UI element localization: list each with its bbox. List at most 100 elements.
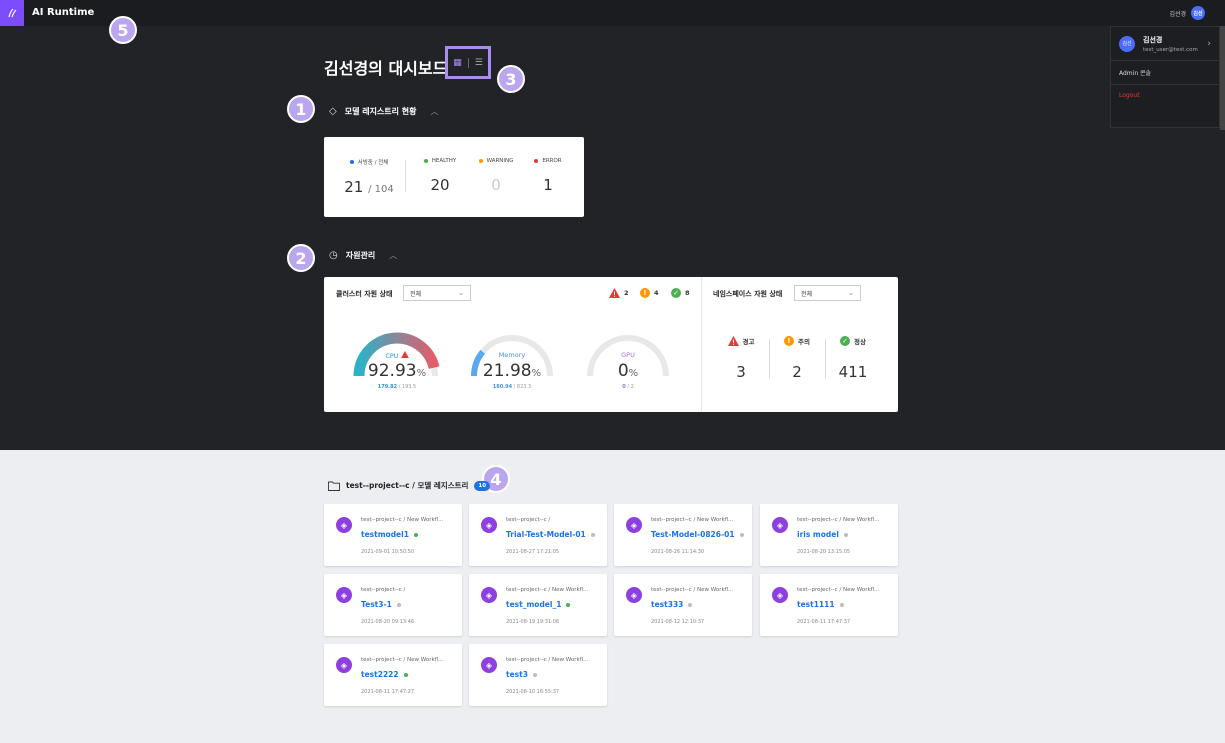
warning-label: WARNING (486, 158, 514, 164)
count-badge: 10 (474, 480, 491, 491)
model-name[interactable]: Test-Model-0826-01 (651, 530, 735, 539)
model-card[interactable]: ◈ test--project--c / New Workfl... test333… (614, 574, 752, 636)
grid-view-icon[interactable]: ▦ (453, 58, 462, 68)
namespace-caution-stat: ! 주의 2 (769, 336, 825, 381)
cluster-error-count: 2 (609, 288, 629, 298)
status-dot (403, 672, 408, 677)
check-circle-icon: ✓ (671, 288, 681, 298)
status-dot (349, 160, 354, 164)
model-diamond-icon: ◈ (336, 657, 352, 673)
logo-icon (8, 8, 17, 18)
user-menu-trigger[interactable]: 김선경 김선 (1169, 6, 1205, 20)
normal-value: 411 (838, 363, 868, 381)
namespace-filter-select[interactable]: 전체 ⌄ (794, 285, 861, 301)
model-card[interactable]: ◈ test--project--c / New Workfl... test_mo… (469, 574, 607, 636)
error-label: ERROR (542, 158, 562, 164)
model-name[interactable]: test3 (506, 670, 528, 679)
caution-value: 2 (792, 363, 802, 381)
memory-gauge-value: 21.98% (467, 361, 557, 381)
user-name: 김선경 (1143, 35, 1163, 44)
model-path: test--project--c / New Workfl... (361, 517, 444, 523)
model-card[interactable]: ◈ test--project--c / New Workfl... test3 20… (469, 644, 607, 706)
model-card[interactable]: ◈ test--project--c / New Workfl... test222… (324, 644, 462, 706)
divider (467, 57, 469, 68)
warning-stat: WARNING 0 (468, 158, 524, 194)
model-name-row: test2222 (361, 670, 408, 679)
project-registry-header[interactable]: test--project--c / 모델 레지스트리 10 (328, 480, 491, 491)
model-name-row: Trial-Test-Model-01 (506, 530, 595, 539)
normal-label: 정상 (854, 338, 866, 346)
model-card[interactable]: ◈ test--project--c / Trial-Test-Model-01 20… (469, 504, 607, 566)
error-value: 1 (543, 176, 553, 194)
serving-value: 21 (344, 178, 364, 196)
select-value: 전체 (410, 290, 422, 298)
model-path: test--project--c / New Workfl... (361, 657, 444, 663)
model-name[interactable]: test1111 (797, 600, 835, 609)
error-stat: ERROR 1 (520, 158, 576, 194)
model-diamond-icon: ◈ (481, 517, 497, 533)
warn-value: 3 (736, 363, 746, 381)
status-dot (590, 532, 595, 537)
section-title: 모델 레지스트리 현황 (344, 107, 417, 116)
model-name-row: iris model (797, 530, 848, 539)
check-circle-icon: ✓ (840, 336, 851, 346)
annotation-badge-3: 3 (497, 65, 525, 93)
model-diamond-icon: ◈ (336, 517, 352, 533)
view-toggle: ▦ ☰ (445, 46, 491, 79)
chevron-up-icon[interactable]: ︿ (389, 250, 397, 261)
logout-item[interactable]: Logout (1111, 85, 1219, 106)
gauge-unit: % (416, 368, 427, 379)
model-date: 2021-08-20 09:13:46 (361, 619, 415, 625)
gauge-unit: % (531, 368, 542, 379)
model-name[interactable]: Trial-Test-Model-01 (506, 530, 586, 539)
status-dot (396, 602, 401, 607)
model-path: test--project--c / New Workfl... (506, 587, 589, 593)
namespace-resource-title: 네임스페이스 자원 상태 (713, 290, 783, 298)
model-card[interactable]: ◈ test--project--c / New Workfl... Test-Mo… (614, 504, 752, 566)
app-logo[interactable] (0, 0, 24, 26)
model-name[interactable]: testmodel1 (361, 530, 409, 539)
admin-console-item[interactable]: Admin 콘솔 (1111, 61, 1219, 85)
model-date: 2021-08-19 19:31:06 (506, 619, 560, 625)
resources-section-header[interactable]: ◷ 자원관리 ︿ (329, 250, 397, 261)
status-dot (534, 159, 539, 163)
chevron-up-icon[interactable]: ︿ (431, 106, 439, 117)
user-email: test_user@test.com (1143, 46, 1198, 53)
healthy-value: 20 (430, 176, 450, 194)
list-view-icon[interactable]: ☰ (475, 58, 483, 68)
divider (405, 160, 406, 192)
app-title: AI Runtime (32, 7, 95, 18)
model-card[interactable]: ◈ test--project--c / New Workfl... testmod… (324, 504, 462, 566)
model-diamond-icon: ◈ (336, 587, 352, 603)
warning-triangle-icon (609, 288, 620, 298)
cluster-filter-select[interactable]: 전체 ⌄ (403, 285, 471, 301)
model-card[interactable]: ◈ test--project--c / New Workfl... test111… (760, 574, 898, 636)
serving-label: 서빙중 / 전체 (357, 160, 389, 166)
model-name[interactable]: iris model (797, 530, 839, 539)
alert-circle-icon: ! (640, 288, 650, 298)
model-date: 2021-08-26 11:14:30 (651, 549, 705, 555)
chevron-down-icon: ⌄ (848, 289, 854, 297)
gauge-used: 180.94 (492, 384, 513, 390)
scrollbar[interactable] (1220, 26, 1225, 130)
model-name[interactable]: test_model_1 (506, 600, 561, 609)
caution-label: 주의 (798, 338, 810, 346)
model-card[interactable]: ◈ test--project--c / New Workfl... iris mo… (760, 504, 898, 566)
model-name[interactable]: Test3-1 (361, 600, 392, 609)
namespace-warn-stat: 경고 3 (713, 336, 769, 381)
healthy-stat: HEALTHY 20 (412, 158, 468, 194)
model-date: 2021-08-11 17:47:37 (797, 619, 851, 625)
diamond-icon: ◇ (329, 106, 337, 117)
model-date: 2021-08-20 13:15:05 (797, 549, 851, 555)
memory-gauge-label: Memory (498, 351, 526, 359)
model-card[interactable]: ◈ test--project--c / Test3-1 2021-08-20 09:… (324, 574, 462, 636)
model-name[interactable]: test2222 (361, 670, 399, 679)
cpu-gauge-sub: 179.82 / 193.5 (352, 384, 442, 390)
user-profile-item[interactable]: 김선 김선경 test_user@test.com › (1111, 27, 1219, 61)
model-diamond-icon: ◈ (626, 587, 642, 603)
registry-section-header[interactable]: ◇ 모델 레지스트리 현황 ︿ (329, 106, 439, 117)
gauge-unit: % (628, 368, 639, 379)
healthy-label: HEALTHY (431, 158, 457, 164)
serving-total: / 104 (368, 184, 394, 195)
model-name[interactable]: test333 (651, 600, 683, 609)
